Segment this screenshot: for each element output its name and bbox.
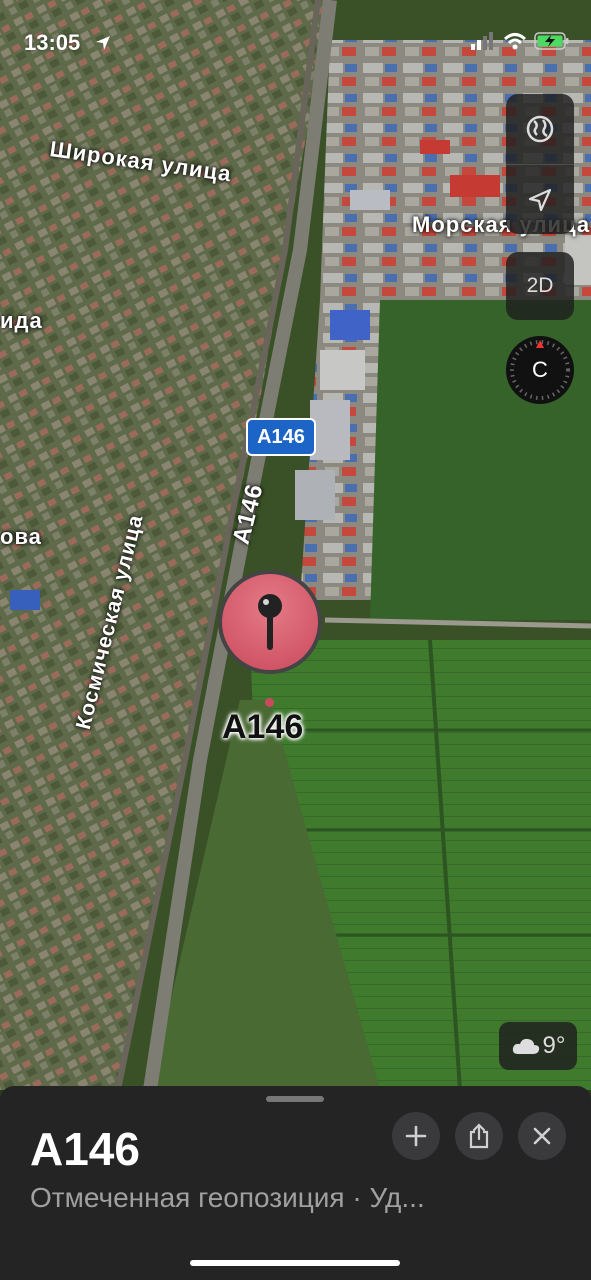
battery-icon [534, 32, 569, 50]
status-icons [471, 32, 571, 59]
status-time: 13:05 [24, 30, 81, 55]
wifi-icon [503, 33, 527, 50]
place-title: A146 [30, 1123, 140, 1175]
map-type-button[interactable] [506, 94, 574, 164]
weather-temperature: 9° [542, 1032, 566, 1059]
globe-icon [526, 115, 554, 143]
signal-icon [471, 32, 493, 50]
location-services-icon [96, 36, 110, 50]
pin-label: A146 [222, 708, 304, 746]
weather-badge: 9° [499, 1022, 577, 1070]
share-icon [469, 1123, 489, 1149]
view-mode-button[interactable]: 2D [506, 252, 574, 320]
dropped-pin[interactable] [218, 570, 322, 674]
share-button[interactable] [455, 1112, 503, 1160]
close-button[interactable] [518, 1112, 566, 1160]
pin-location-dot [265, 698, 274, 707]
place-card[interactable]: A146 Отмеченная геопозиция · Уд... [0, 1086, 591, 1280]
map-view[interactable]: Широкая улица Морская улица Космическая … [0, 0, 591, 1090]
close-icon [533, 1127, 551, 1145]
status-bar: 13:05 [0, 0, 591, 60]
cloud-icon [512, 1038, 539, 1054]
sheet-grabber[interactable] [266, 1096, 324, 1102]
add-button[interactable] [392, 1112, 440, 1160]
home-indicator[interactable] [190, 1260, 400, 1266]
location-button[interactable] [506, 164, 574, 235]
pin-icon [222, 574, 318, 670]
compass-label: С [532, 357, 548, 382]
street-label-partial-ida: ида [0, 308, 43, 333]
add-icon [405, 1125, 427, 1147]
place-subtitle: Отмеченная геопозиция · Уд... [30, 1182, 425, 1213]
map-controls [506, 94, 574, 234]
road-shield: A146 [246, 418, 316, 456]
location-arrow-icon [528, 188, 552, 212]
street-label-partial-ova: ова [0, 524, 42, 549]
compass[interactable]: С [506, 336, 574, 404]
